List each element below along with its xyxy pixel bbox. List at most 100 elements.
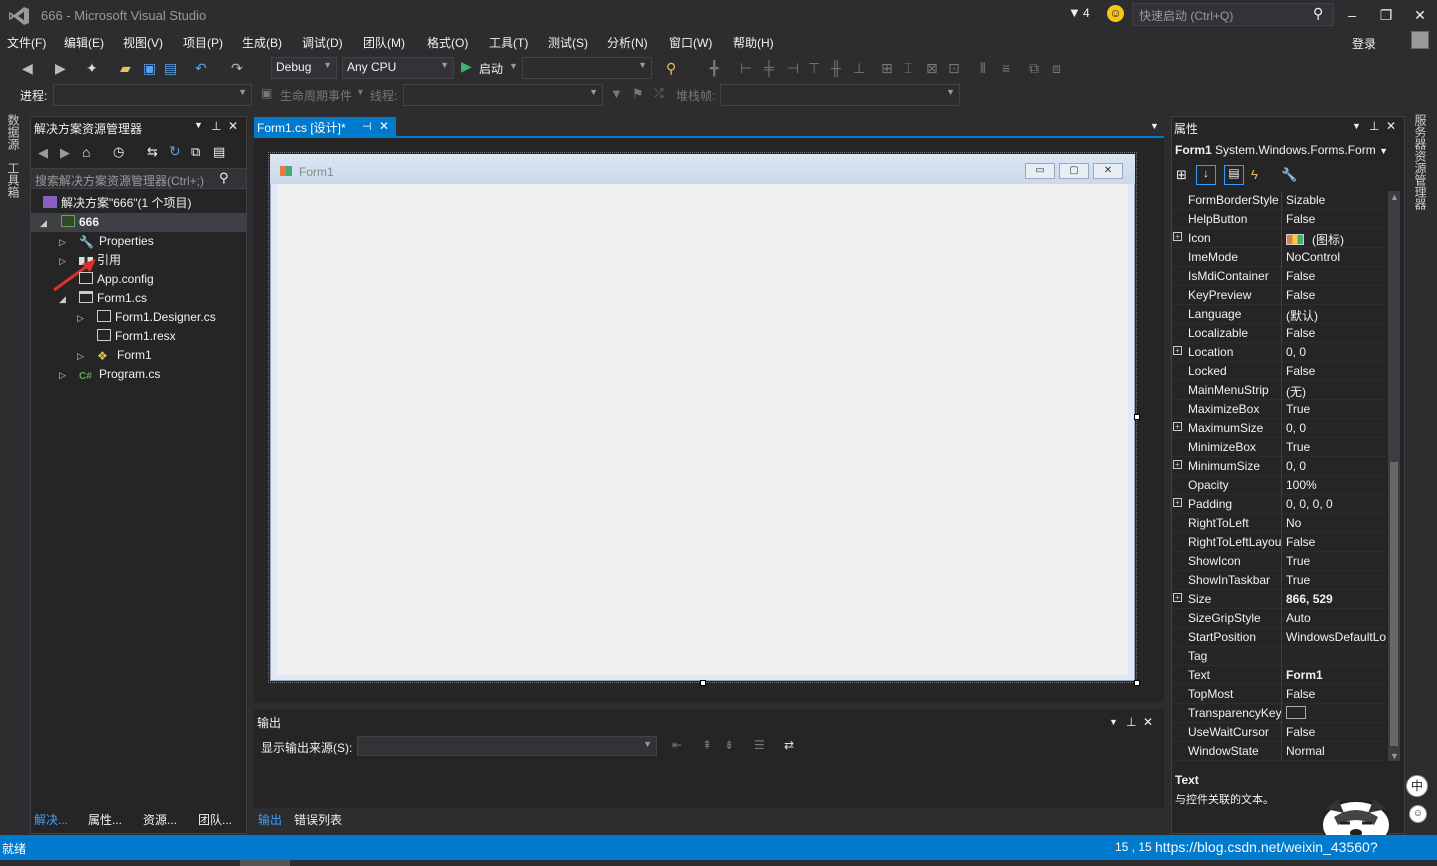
property-value[interactable]: 0, 0: [1286, 459, 1386, 473]
menu-analyze[interactable]: 分析(N): [607, 34, 648, 51]
tab-resources[interactable]: 资源...: [143, 811, 177, 828]
property-row[interactable]: Language (默认): [1172, 305, 1386, 324]
property-value[interactable]: True: [1286, 573, 1386, 587]
chevron-down-icon[interactable]: ▼: [1150, 121, 1159, 131]
output-source-select[interactable]: ▼: [357, 736, 657, 756]
property-row[interactable]: SizeGripStyle Auto: [1172, 609, 1386, 628]
properties-object-selector[interactable]: Form1 System.Windows.Forms.Form ▼: [1175, 143, 1388, 157]
pin-icon[interactable]: ⊥: [1126, 715, 1136, 729]
close-icon[interactable]: ✕: [1386, 119, 1396, 133]
document-tab-form1-design[interactable]: Form1.cs [设计]*: [254, 117, 396, 136]
tree-item-app-config[interactable]: App.config: [79, 270, 154, 289]
property-value[interactable]: False: [1286, 687, 1386, 701]
solution-config-select[interactable]: Debug ▼: [271, 57, 337, 79]
property-value[interactable]: WindowsDefaultLocation: [1286, 630, 1386, 644]
ime-chinese-icon[interactable]: 中: [1406, 775, 1428, 797]
property-value[interactable]: NoControl: [1286, 250, 1386, 264]
search-icon[interactable]: ⚲: [219, 170, 229, 186]
clear-all-icon[interactable]: ☰: [754, 738, 765, 752]
property-row[interactable]: TopMost False: [1172, 685, 1386, 704]
properties-scroll-thumb[interactable]: [1390, 462, 1398, 746]
filter-icon[interactable]: ▼: [1068, 5, 1081, 20]
property-value[interactable]: 0, 0: [1286, 345, 1386, 359]
property-value[interactable]: Sizable: [1286, 193, 1386, 207]
form-minimize-button[interactable]: ▭: [1025, 163, 1055, 179]
collapsed-arrow-icon[interactable]: ▷: [59, 237, 66, 248]
tree-item-form1-class[interactable]: ❖ Form1: [97, 346, 152, 365]
property-row[interactable]: UseWaitCursor False: [1172, 723, 1386, 742]
menu-format[interactable]: 格式(O): [427, 34, 468, 51]
menu-debug[interactable]: 调试(D): [302, 34, 343, 51]
property-row[interactable]: Locked False: [1172, 362, 1386, 381]
forward-icon[interactable]: ▶: [55, 60, 66, 77]
find-message-icon[interactable]: ⇤: [672, 738, 682, 752]
property-row[interactable]: Opacity 100%: [1172, 476, 1386, 495]
toolbox-tab[interactable]: 工具箱: [6, 162, 22, 198]
property-value[interactable]: 0, 0, 0, 0: [1286, 497, 1386, 511]
forward-icon[interactable]: ▶: [60, 145, 70, 161]
menu-edit[interactable]: 编辑(E): [64, 34, 104, 51]
tab-error-list[interactable]: 错误列表: [294, 811, 342, 828]
categorized-icon[interactable]: ⊞: [1176, 167, 1187, 183]
show-all-files-icon[interactable]: ▤: [213, 144, 225, 160]
property-value[interactable]: Normal: [1286, 744, 1386, 758]
expand-icon[interactable]: +: [1173, 593, 1182, 602]
platform-select[interactable]: Any CPU ▼: [342, 57, 454, 79]
undo-icon[interactable]: ↶: [195, 60, 207, 77]
property-row[interactable]: ImeMode NoControl: [1172, 248, 1386, 267]
sync-icon[interactable]: ⇆: [147, 144, 158, 160]
tree-item-program-cs[interactable]: C# Program.cs: [79, 365, 160, 384]
property-row[interactable]: Text Form1: [1172, 666, 1386, 685]
resize-handle-bottom[interactable]: [700, 680, 706, 686]
tab-solution-explorer[interactable]: 解决...: [34, 811, 68, 828]
properties-view-icon[interactable]: ▤: [1224, 165, 1244, 185]
menu-test[interactable]: 测试(S): [548, 34, 588, 51]
resize-handle-corner[interactable]: [1134, 680, 1140, 686]
notification-count[interactable]: 4: [1083, 6, 1090, 20]
form1-client-area[interactable]: [277, 184, 1128, 675]
save-all-icon[interactable]: ▤: [164, 60, 177, 77]
property-row[interactable]: ShowInTaskbar True: [1172, 571, 1386, 590]
property-value[interactable]: True: [1286, 440, 1386, 454]
property-row[interactable]: HelpButton False: [1172, 210, 1386, 229]
expand-icon[interactable]: +: [1173, 422, 1182, 431]
tree-item-project[interactable]: 666: [61, 213, 99, 232]
tree-item-form1-resx[interactable]: Form1.resx: [97, 327, 176, 346]
quick-launch-input[interactable]: 快速启动 (Ctrl+Q): [1132, 3, 1334, 26]
property-row[interactable]: MaximizeBox True: [1172, 400, 1386, 419]
property-value[interactable]: False: [1286, 326, 1386, 340]
menu-build[interactable]: 生成(B): [242, 34, 282, 51]
form-maximize-button[interactable]: ▢: [1059, 163, 1089, 179]
chevron-down-icon[interactable]: ▼: [1352, 121, 1361, 131]
property-value[interactable]: False: [1286, 212, 1386, 226]
property-value[interactable]: [1286, 706, 1386, 720]
chevron-down-icon[interactable]: ▼: [509, 61, 518, 71]
property-value[interactable]: 0, 0: [1286, 421, 1386, 435]
save-icon[interactable]: ▣: [143, 60, 156, 77]
expand-icon[interactable]: +: [1173, 346, 1182, 355]
account-icon[interactable]: [1411, 31, 1429, 49]
property-value[interactable]: False: [1286, 535, 1386, 549]
previous-message-icon[interactable]: ⇞: [702, 738, 712, 752]
property-row[interactable]: + Padding 0, 0, 0, 0: [1172, 495, 1386, 514]
property-value[interactable]: False: [1286, 364, 1386, 378]
close-icon[interactable]: ✕: [379, 119, 389, 133]
property-row[interactable]: MinimizeBox True: [1172, 438, 1386, 457]
find-in-files-icon[interactable]: ⚲: [666, 60, 676, 77]
close-button[interactable]: ✕: [1405, 4, 1435, 26]
ime-settings-icon[interactable]: ☺: [1409, 805, 1427, 823]
expand-icon[interactable]: +: [1173, 498, 1182, 507]
data-sources-tab[interactable]: 数据源: [6, 114, 22, 150]
property-row[interactable]: Tag: [1172, 647, 1386, 666]
sign-in-link[interactable]: 登录: [1352, 35, 1376, 52]
search-icon[interactable]: ⚲: [1313, 5, 1323, 22]
pending-changes-icon[interactable]: ◷: [113, 144, 124, 160]
tab-properties[interactable]: 属性...: [88, 811, 122, 828]
next-message-icon[interactable]: ⇟: [724, 738, 734, 752]
menu-window[interactable]: 窗口(W): [669, 34, 712, 51]
menu-help[interactable]: 帮助(H): [733, 34, 774, 51]
property-value[interactable]: Form1: [1286, 668, 1386, 682]
tree-item-form1-cs[interactable]: Form1.cs: [79, 289, 147, 308]
target-select[interactable]: ▼: [522, 57, 652, 79]
alphabetical-icon[interactable]: ↓: [1196, 165, 1216, 185]
